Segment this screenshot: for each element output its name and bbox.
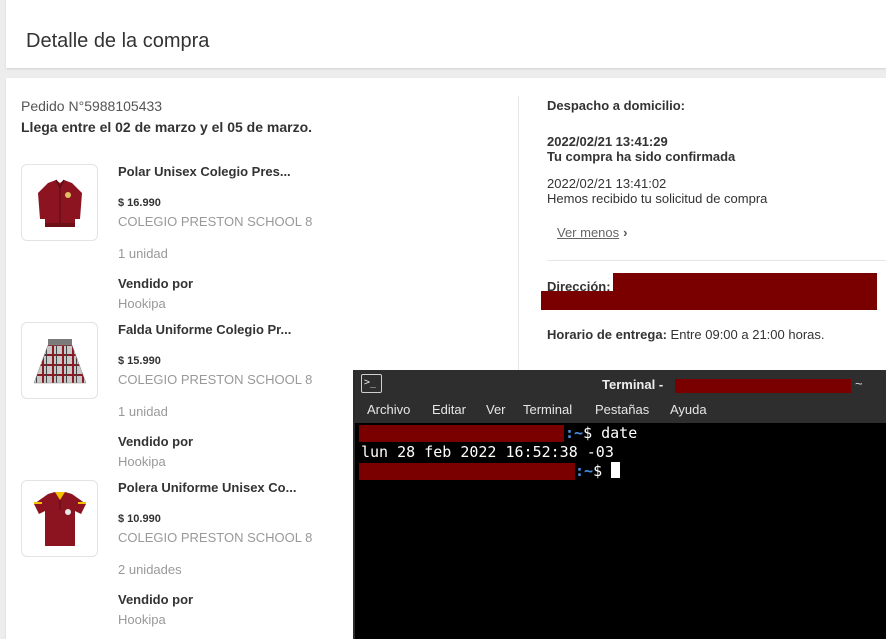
- order-item: Polar Unisex Colegio Pres... $ 16.990 CO…: [21, 164, 321, 322]
- command-output: lun 28 feb 2022 16:52:38 -03: [361, 443, 614, 461]
- terminal-cursor: [611, 462, 621, 478]
- shipping-title: Despacho a domicilio:: [547, 98, 685, 113]
- terminal-output[interactable]: :~$ date lun 28 feb 2022 16:52:38 -03 :~…: [355, 423, 886, 639]
- sold-by-label: Vendido por: [118, 276, 194, 291]
- terminal-title-suffix: ~: [855, 376, 863, 391]
- chevron-right-icon: ›: [623, 225, 628, 240]
- order-number: Pedido N°5988105433: [21, 98, 163, 114]
- item-variant: COLEGIO PRESTON SCHOOL 8: [118, 530, 313, 545]
- prompt-symbol: $: [583, 424, 593, 442]
- menu-archivo[interactable]: Archivo: [367, 402, 410, 417]
- column-divider: [518, 96, 519, 386]
- terminal-title: Terminal -: [602, 377, 664, 392]
- menu-ver[interactable]: Ver: [486, 402, 506, 417]
- item-quantity: 1 unidad: [118, 246, 168, 261]
- item-quantity: 2 unidades: [118, 562, 182, 577]
- terminal-window[interactable]: >_ Terminal - ~ Archivo Editar Ver Termi…: [353, 370, 886, 639]
- terminal-prompt-line: :~$ date: [565, 424, 637, 443]
- polo-shirt-image: [33, 491, 86, 546]
- order-item: Falda Uniforme Colegio Pr... $ 15.990 CO…: [21, 322, 321, 480]
- tracking-event-desc: Hemos recibido tu solicitud de compra: [547, 191, 768, 206]
- item-price: $ 10.990: [118, 513, 161, 525]
- redacted-hostname: [675, 379, 851, 393]
- item-title[interactable]: Polar Unisex Colegio Pres...: [118, 164, 291, 179]
- seller-name: Hookipa: [118, 454, 166, 469]
- redacted-address: [541, 291, 877, 310]
- page-title: Detalle de la compra: [26, 30, 210, 52]
- fleece-jacket-image: [37, 179, 82, 227]
- tracking-event-desc: Tu compra ha sido confirmada: [547, 149, 736, 164]
- menu-pestanas[interactable]: Pestañas: [595, 402, 649, 417]
- redacted-prompt-user: [359, 425, 564, 442]
- prompt-symbol: $: [593, 462, 603, 480]
- seller-name: Hookipa: [118, 612, 166, 627]
- menu-editar[interactable]: Editar: [432, 402, 466, 417]
- prompt-path: :~: [565, 424, 584, 442]
- command-text: date: [601, 424, 638, 442]
- item-quantity: 1 unidad: [118, 404, 168, 419]
- item-price: $ 16.990: [118, 197, 161, 209]
- item-price: $ 15.990: [118, 355, 161, 367]
- hours-label: Horario de entrega:: [547, 327, 667, 342]
- prompt-path: :~: [575, 462, 594, 480]
- sold-by-label: Vendido por: [118, 434, 194, 449]
- product-thumbnail-skirt[interactable]: [21, 322, 98, 399]
- item-title[interactable]: Falda Uniforme Colegio Pr...: [118, 322, 291, 337]
- page-header: Detalle de la compra: [6, 0, 886, 68]
- tracking-event-date: 2022/02/21 13:41:29: [547, 134, 668, 149]
- tracking-event-date: 2022/02/21 13:41:02: [547, 176, 667, 191]
- section-divider: [547, 260, 886, 261]
- product-thumbnail-polo[interactable]: [21, 480, 98, 557]
- item-variant: COLEGIO PRESTON SCHOOL 8: [118, 214, 313, 229]
- delivery-hours: Horario de entrega: Entre 09:00 a 21:00 …: [547, 327, 825, 342]
- product-thumbnail-fleece[interactable]: [21, 164, 98, 241]
- hours-value: Entre 09:00 a 21:00 horas.: [670, 327, 825, 342]
- terminal-titlebar[interactable]: >_ Terminal - ~: [355, 370, 886, 399]
- terminal-menubar: Archivo Editar Ver Terminal Pestañas Ayu…: [355, 399, 886, 423]
- plaid-skirt-image: [33, 338, 86, 383]
- menu-terminal[interactable]: Terminal: [523, 402, 572, 417]
- redacted-prompt-user: [359, 463, 575, 480]
- redacted-address: [613, 273, 877, 291]
- terminal-icon: >_: [361, 374, 382, 393]
- order-item: Polera Uniforme Unisex Co... $ 10.990 CO…: [21, 480, 321, 638]
- delivery-eta: Llega entre el 02 de marzo y el 05 de ma…: [21, 119, 313, 135]
- terminal-prompt-line: :~$: [575, 462, 621, 481]
- item-variant: COLEGIO PRESTON SCHOOL 8: [118, 372, 313, 387]
- see-less-link[interactable]: Ver menos ›: [557, 225, 628, 240]
- seller-name: Hookipa: [118, 296, 166, 311]
- see-less-label: Ver menos: [557, 225, 620, 240]
- menu-ayuda[interactable]: Ayuda: [670, 402, 707, 417]
- item-title[interactable]: Polera Uniforme Unisex Co...: [118, 480, 296, 495]
- sold-by-label: Vendido por: [118, 592, 194, 607]
